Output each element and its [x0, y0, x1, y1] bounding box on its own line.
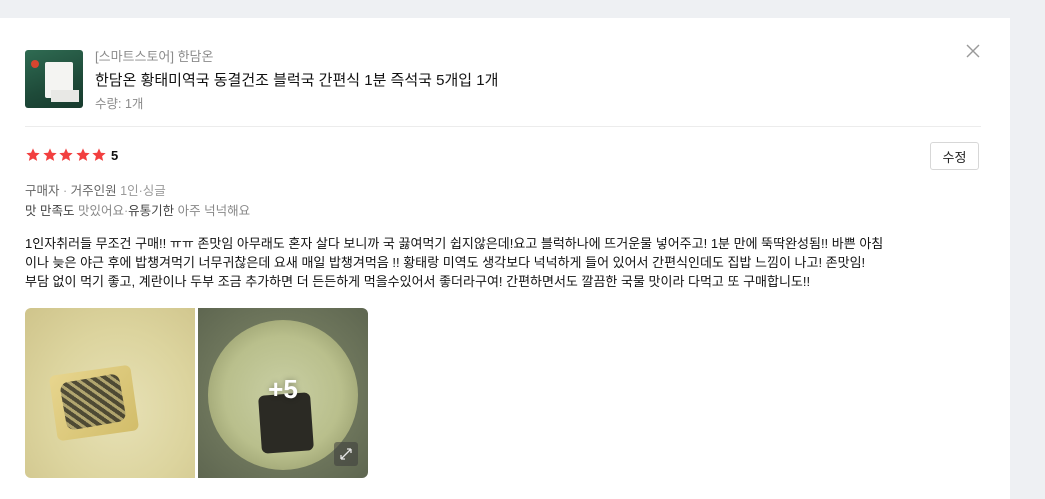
star-rating	[25, 146, 108, 164]
thumbnail-package-base	[51, 90, 79, 102]
buyer-label: 구매자	[25, 184, 60, 198]
review-line: 이나 늦은 야근 후에 밥챙겨먹기 너무귀찮은데 요새 매일 밥챙겨먹음 !! …	[25, 255, 866, 270]
photo-seaweed	[59, 373, 127, 431]
top-strip	[0, 0, 1010, 10]
thumbnail-logo-dot	[31, 60, 39, 68]
buyer-info: 구매자 · 거주인원 1인·싱글	[25, 180, 166, 199]
review-line: 부담 없이 먹기 좋고, 계란이나 두부 조금 추가하면 더 든든하게 먹을수있…	[25, 274, 811, 289]
star-icon	[42, 148, 57, 161]
household-value: 1인	[120, 184, 139, 198]
review-photo-more[interactable]: +5	[198, 308, 368, 478]
star-icon	[75, 148, 90, 161]
product-title[interactable]: 한담온 황태미역국 동결건조 블럭국 간편식 1분 즉석국 5개입 1개	[95, 69, 498, 90]
household-value-2: 싱글	[142, 184, 166, 198]
product-quantity: 수량: 1개	[95, 97, 144, 111]
star-icon	[59, 148, 73, 161]
star-icon	[92, 148, 106, 161]
right-scroll-area	[1010, 0, 1045, 499]
review-line: 1인자취러들 무조건 구매!! ㅠㅠ 존맛임 아무래도 혼자 살다 보니까 국 …	[25, 236, 884, 251]
taste-value: 맛있어요	[77, 204, 124, 218]
household-label: 거주인원	[70, 184, 117, 198]
expiry-label: 유통기한	[128, 204, 175, 218]
close-icon[interactable]	[962, 40, 984, 62]
separator: ·	[63, 184, 68, 198]
star-icon	[26, 148, 40, 161]
review-photo[interactable]	[25, 308, 195, 478]
expand-icon[interactable]	[334, 442, 358, 466]
taste-label: 맛 만족도	[25, 204, 75, 218]
review-text: 1인자취러들 무조건 구매!! ㅠㅠ 존맛임 아무래도 혼자 살다 보니까 국 …	[25, 234, 985, 291]
review-card: [스마트스토어] 한담온 한담온 황태미역국 동결건조 블럭국 간편식 1분 즉…	[0, 18, 1010, 499]
more-photos-count: +5	[268, 374, 298, 404]
product-thumbnail[interactable]	[25, 50, 83, 108]
store-name[interactable]: [스마트스토어] 한담온	[95, 46, 213, 65]
edit-button[interactable]: 수정	[930, 142, 979, 170]
divider	[25, 126, 981, 127]
expiry-value: 아주 넉넉해요	[177, 204, 251, 218]
satisfaction-info: 맛 만족도 맛있어요·유통기한 아주 넉넉해요	[25, 200, 250, 219]
rating-score: 5	[111, 148, 119, 163]
